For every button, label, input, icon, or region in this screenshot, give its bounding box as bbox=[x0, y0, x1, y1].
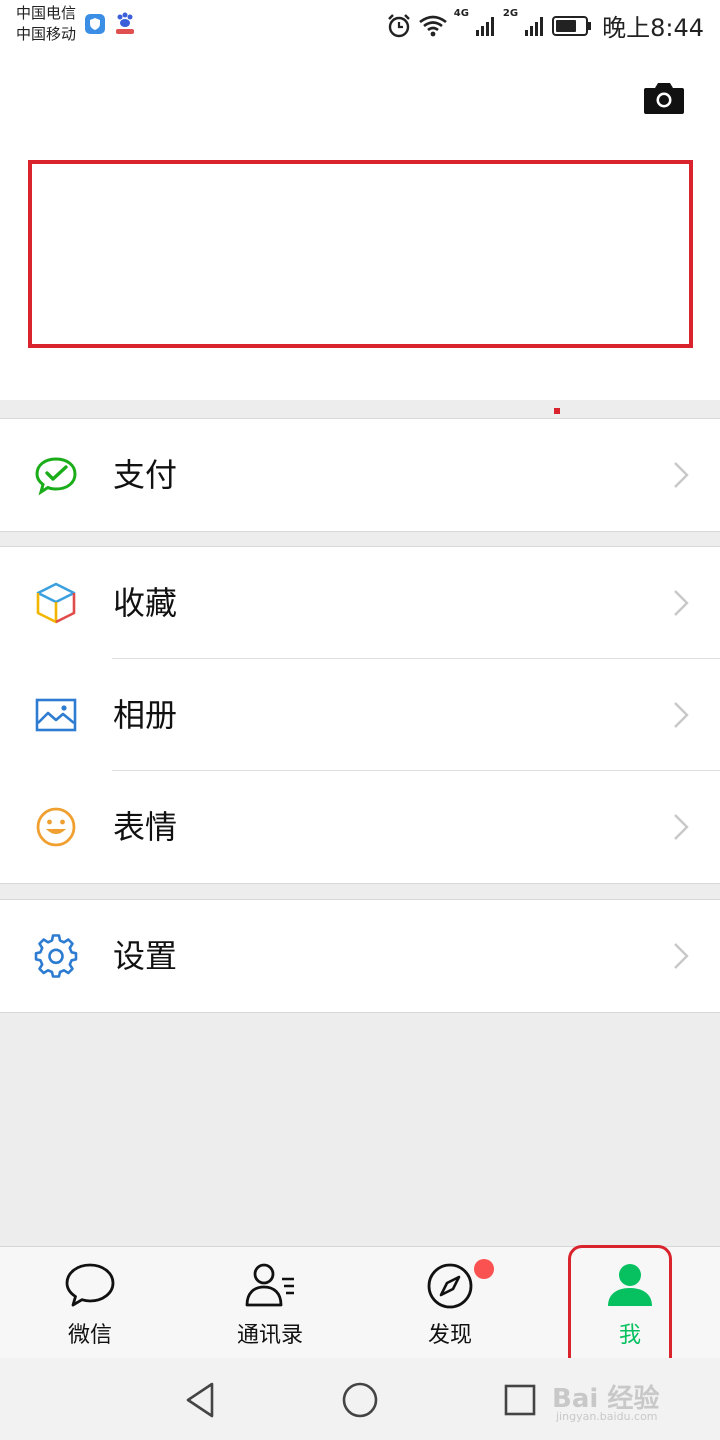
alarm-icon bbox=[387, 13, 410, 37]
tab-contacts[interactable]: 通讯录 bbox=[180, 1247, 360, 1359]
tab-me-highlight bbox=[568, 1245, 672, 1373]
back-triangle-icon[interactable] bbox=[178, 1378, 222, 1422]
menu-item-settings[interactable]: 设置 bbox=[0, 900, 720, 1012]
discover-badge bbox=[474, 1259, 494, 1279]
recents-square-icon[interactable] bbox=[498, 1378, 542, 1422]
tab-label: 微信 bbox=[67, 1323, 112, 1348]
signal-bars-icon bbox=[475, 16, 494, 36]
signal-bars-icon bbox=[525, 16, 544, 36]
menu-item-label: 设置 bbox=[113, 937, 178, 975]
baidu-paw-app-icon bbox=[116, 12, 134, 34]
clock-time: 晚上8:44 bbox=[602, 14, 704, 42]
menu-item-pay[interactable]: 支付 bbox=[0, 419, 720, 531]
highlight-marker bbox=[554, 408, 560, 414]
wechat-pay-icon bbox=[35, 457, 77, 496]
chat-bubble-icon bbox=[65, 1263, 115, 1307]
menu-item-label: 相册 bbox=[113, 696, 178, 734]
camera-icon[interactable] bbox=[642, 80, 686, 116]
system-nav-bar: Bai 经验 jingyan.baidu.com bbox=[0, 1358, 720, 1440]
favorites-cube-icon bbox=[36, 582, 76, 624]
menu-item-label: 支付 bbox=[113, 456, 178, 494]
carrier-2: 中国移动 bbox=[16, 25, 77, 43]
network-type-2: 2G bbox=[502, 8, 519, 19]
chevron-right-icon bbox=[674, 462, 689, 488]
chevron-right-icon bbox=[674, 814, 689, 840]
tab-chats[interactable]: 微信 bbox=[0, 1247, 180, 1359]
profile-header bbox=[0, 50, 720, 400]
tab-discover[interactable]: 发现 bbox=[360, 1247, 540, 1359]
profile-card-highlight[interactable] bbox=[28, 160, 693, 348]
chevron-right-icon bbox=[674, 943, 689, 969]
menu-item-label: 收藏 bbox=[113, 584, 178, 622]
chevron-right-icon bbox=[674, 702, 689, 728]
home-circle-icon[interactable] bbox=[338, 1378, 382, 1422]
compass-icon bbox=[427, 1263, 473, 1309]
battery-icon bbox=[552, 15, 592, 36]
tab-label: 通讯录 bbox=[236, 1323, 303, 1348]
menu-group-pay: 支付 bbox=[0, 418, 720, 532]
menu-item-label: 表情 bbox=[113, 808, 178, 846]
album-icon bbox=[35, 698, 77, 732]
menu-item-favorites[interactable]: 收藏 bbox=[0, 547, 720, 659]
network-type-1: 4G bbox=[453, 8, 469, 19]
wifi-icon bbox=[418, 15, 447, 36]
carrier-1: 中国电信 bbox=[16, 4, 77, 22]
bottom-tab-bar: 微信 通讯录 发现 我 bbox=[0, 1245, 720, 1373]
chevron-right-icon bbox=[674, 590, 689, 616]
menu-item-album[interactable]: 相册 bbox=[0, 659, 720, 771]
shield-app-icon bbox=[85, 14, 105, 34]
sticker-smile-icon bbox=[36, 807, 76, 847]
status-bar: 中国电信 中国移动 4G 2G 晚上8:44 bbox=[0, 0, 720, 50]
tab-label: 发现 bbox=[427, 1323, 472, 1348]
menu-group-main: 收藏 相册 表情 bbox=[0, 546, 720, 884]
settings-gear-icon bbox=[34, 934, 78, 978]
menu-item-stickers[interactable]: 表情 bbox=[0, 771, 720, 883]
carrier-labels: 中国电信 中国移动 bbox=[16, 3, 76, 45]
baidu-watermark-url: jingyan.baidu.com bbox=[556, 1410, 658, 1423]
menu-group-settings: 设置 bbox=[0, 899, 720, 1013]
contacts-icon bbox=[245, 1263, 294, 1307]
